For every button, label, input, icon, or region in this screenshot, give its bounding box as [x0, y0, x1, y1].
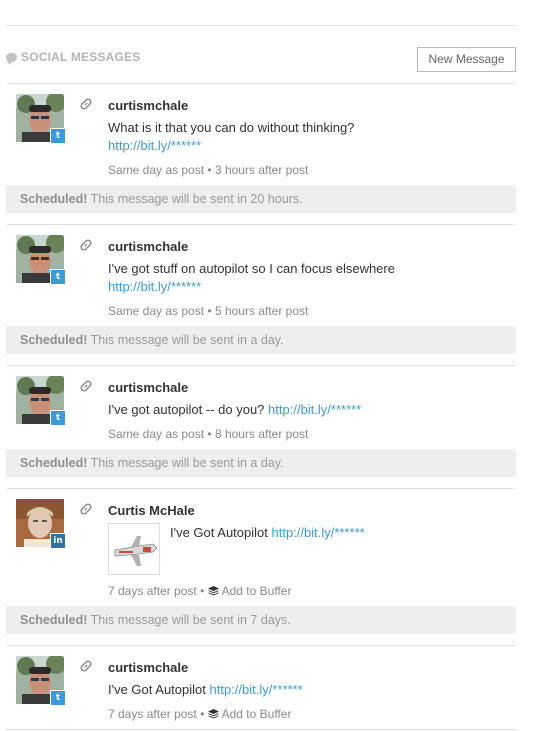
- meta-separator: •: [207, 163, 212, 177]
- linkedin-icon: in: [50, 533, 66, 549]
- twitter-icon: t: [50, 410, 66, 426]
- message-author: curtismchale: [108, 239, 189, 254]
- message-meta: Same day as post • 3 hours after post: [108, 163, 308, 177]
- scheduled-text: This message will be sent in 20 hours.: [90, 192, 303, 206]
- buffer-icon: [207, 709, 219, 719]
- message-link[interactable]: http://bit.ly/******: [272, 525, 365, 540]
- message-item: t curtismchale I've got stuff on autopil…: [6, 235, 516, 318]
- message-text: I've Got Autopilot http://bit.ly/******: [170, 524, 365, 542]
- avatar: in: [16, 499, 66, 549]
- twitter-icon: t: [50, 128, 66, 144]
- link-icon[interactable]: [79, 238, 93, 252]
- meta-separator: •: [200, 707, 205, 721]
- buffer-icon: [207, 586, 219, 596]
- scheduled-notice: Scheduled! This message will be sent in …: [6, 449, 516, 477]
- speech-bubble-icon: [6, 52, 17, 65]
- message-item: t curtismchale What is it that you can d…: [6, 94, 516, 177]
- message-body: I've Got Autopilot: [170, 525, 268, 540]
- message-link[interactable]: http://bit.ly/******: [210, 682, 303, 697]
- section-title: SOCIAL MESSAGES: [6, 50, 141, 65]
- message-item: t curtismchale I've got autopilot -- do …: [6, 376, 516, 441]
- message-item: t curtismchale I've Got Autopilot http:/…: [6, 656, 516, 722]
- scheduled-label: Scheduled!: [20, 192, 88, 206]
- message-meta: Same day as post • 8 hours after post: [108, 427, 308, 441]
- message-timing: Same day as post: [108, 304, 205, 318]
- message-divider: [6, 224, 516, 225]
- message-link[interactable]: http://bit.ly/******: [108, 279, 201, 294]
- message-delay: 5 hours after post: [214, 304, 309, 318]
- message-meta: 7 days after post • Add to Buffer: [108, 707, 291, 721]
- link-icon[interactable]: [79, 659, 93, 673]
- message-timing: 7 days after post: [108, 584, 197, 598]
- message-text: I've Got Autopilot http://bit.ly/******: [108, 681, 303, 699]
- message-timing: 7 days after post: [108, 707, 197, 721]
- message-body: I've got stuff on autopilot so I can foc…: [108, 261, 395, 276]
- scheduled-label: Scheduled!: [20, 333, 88, 347]
- avatar: t: [16, 376, 66, 426]
- scheduled-label: Scheduled!: [20, 613, 88, 627]
- scheduled-text: This message will be sent in a day.: [90, 333, 284, 347]
- message-author: curtismchale: [108, 380, 189, 395]
- message-item: in Curtis McHale I've Got Autopilot http…: [6, 499, 516, 599]
- message-link[interactable]: http://bit.ly/******: [108, 138, 201, 153]
- message-body: I've Got Autopilot: [108, 682, 206, 697]
- social-messages-header: SOCIAL MESSAGES New Message: [6, 46, 516, 72]
- message-timing: Same day as post: [108, 163, 205, 177]
- twitter-icon: t: [50, 269, 66, 285]
- add-to-buffer-link[interactable]: Add to Buffer: [222, 707, 292, 721]
- message-divider: [6, 488, 516, 489]
- meta-separator: •: [207, 427, 212, 441]
- avatar: t: [16, 656, 66, 706]
- message-text: I've got stuff on autopilot so I can foc…: [108, 260, 395, 296]
- scheduled-text: This message will be sent in a day.: [90, 456, 284, 470]
- message-delay: 8 hours after post: [214, 427, 309, 441]
- message-author: curtismchale: [108, 660, 189, 675]
- message-author: curtismchale: [108, 98, 189, 113]
- link-icon[interactable]: [79, 502, 93, 516]
- add-to-buffer-link[interactable]: Add to Buffer: [222, 584, 292, 598]
- scheduled-label: Scheduled!: [20, 456, 88, 470]
- message-timing: Same day as post: [108, 427, 205, 441]
- link-icon[interactable]: [79, 97, 93, 111]
- message-body: I've got autopilot -- do you?: [108, 402, 265, 417]
- message-meta: Same day as post • 5 hours after post: [108, 304, 308, 318]
- message-author: Curtis McHale: [108, 503, 195, 518]
- meta-separator: •: [207, 304, 212, 318]
- scheduled-notice: Scheduled! This message will be sent in …: [6, 606, 516, 634]
- scheduled-notice: Scheduled! This message will be sent in …: [6, 185, 516, 213]
- message-meta: 7 days after post • Add to Buffer: [108, 584, 291, 598]
- new-message-button[interactable]: New Message: [417, 47, 516, 72]
- bottom-divider: [6, 729, 516, 730]
- scheduled-notice: Scheduled! This message will be sent in …: [6, 326, 516, 354]
- message-divider: [6, 645, 516, 646]
- avatar: t: [16, 94, 66, 144]
- header-divider: [6, 83, 516, 84]
- message-delay: 3 hours after post: [214, 163, 309, 177]
- meta-separator: •: [200, 584, 205, 598]
- message-text: I've got autopilot -- do you? http://bit…: [108, 401, 361, 419]
- avatar: t: [16, 235, 66, 285]
- section-title-text: SOCIAL MESSAGES: [21, 50, 141, 64]
- twitter-icon: t: [50, 690, 66, 706]
- message-body: What is it that you can do without think…: [108, 120, 355, 135]
- link-icon[interactable]: [79, 379, 93, 393]
- scheduled-text: This message will be sent in 7 days.: [90, 613, 291, 627]
- message-text: What is it that you can do without think…: [108, 119, 354, 155]
- top-divider: [6, 25, 516, 26]
- message-link[interactable]: http://bit.ly/******: [268, 402, 361, 417]
- link-preview-thumbnail[interactable]: [108, 523, 160, 575]
- message-divider: [6, 365, 516, 366]
